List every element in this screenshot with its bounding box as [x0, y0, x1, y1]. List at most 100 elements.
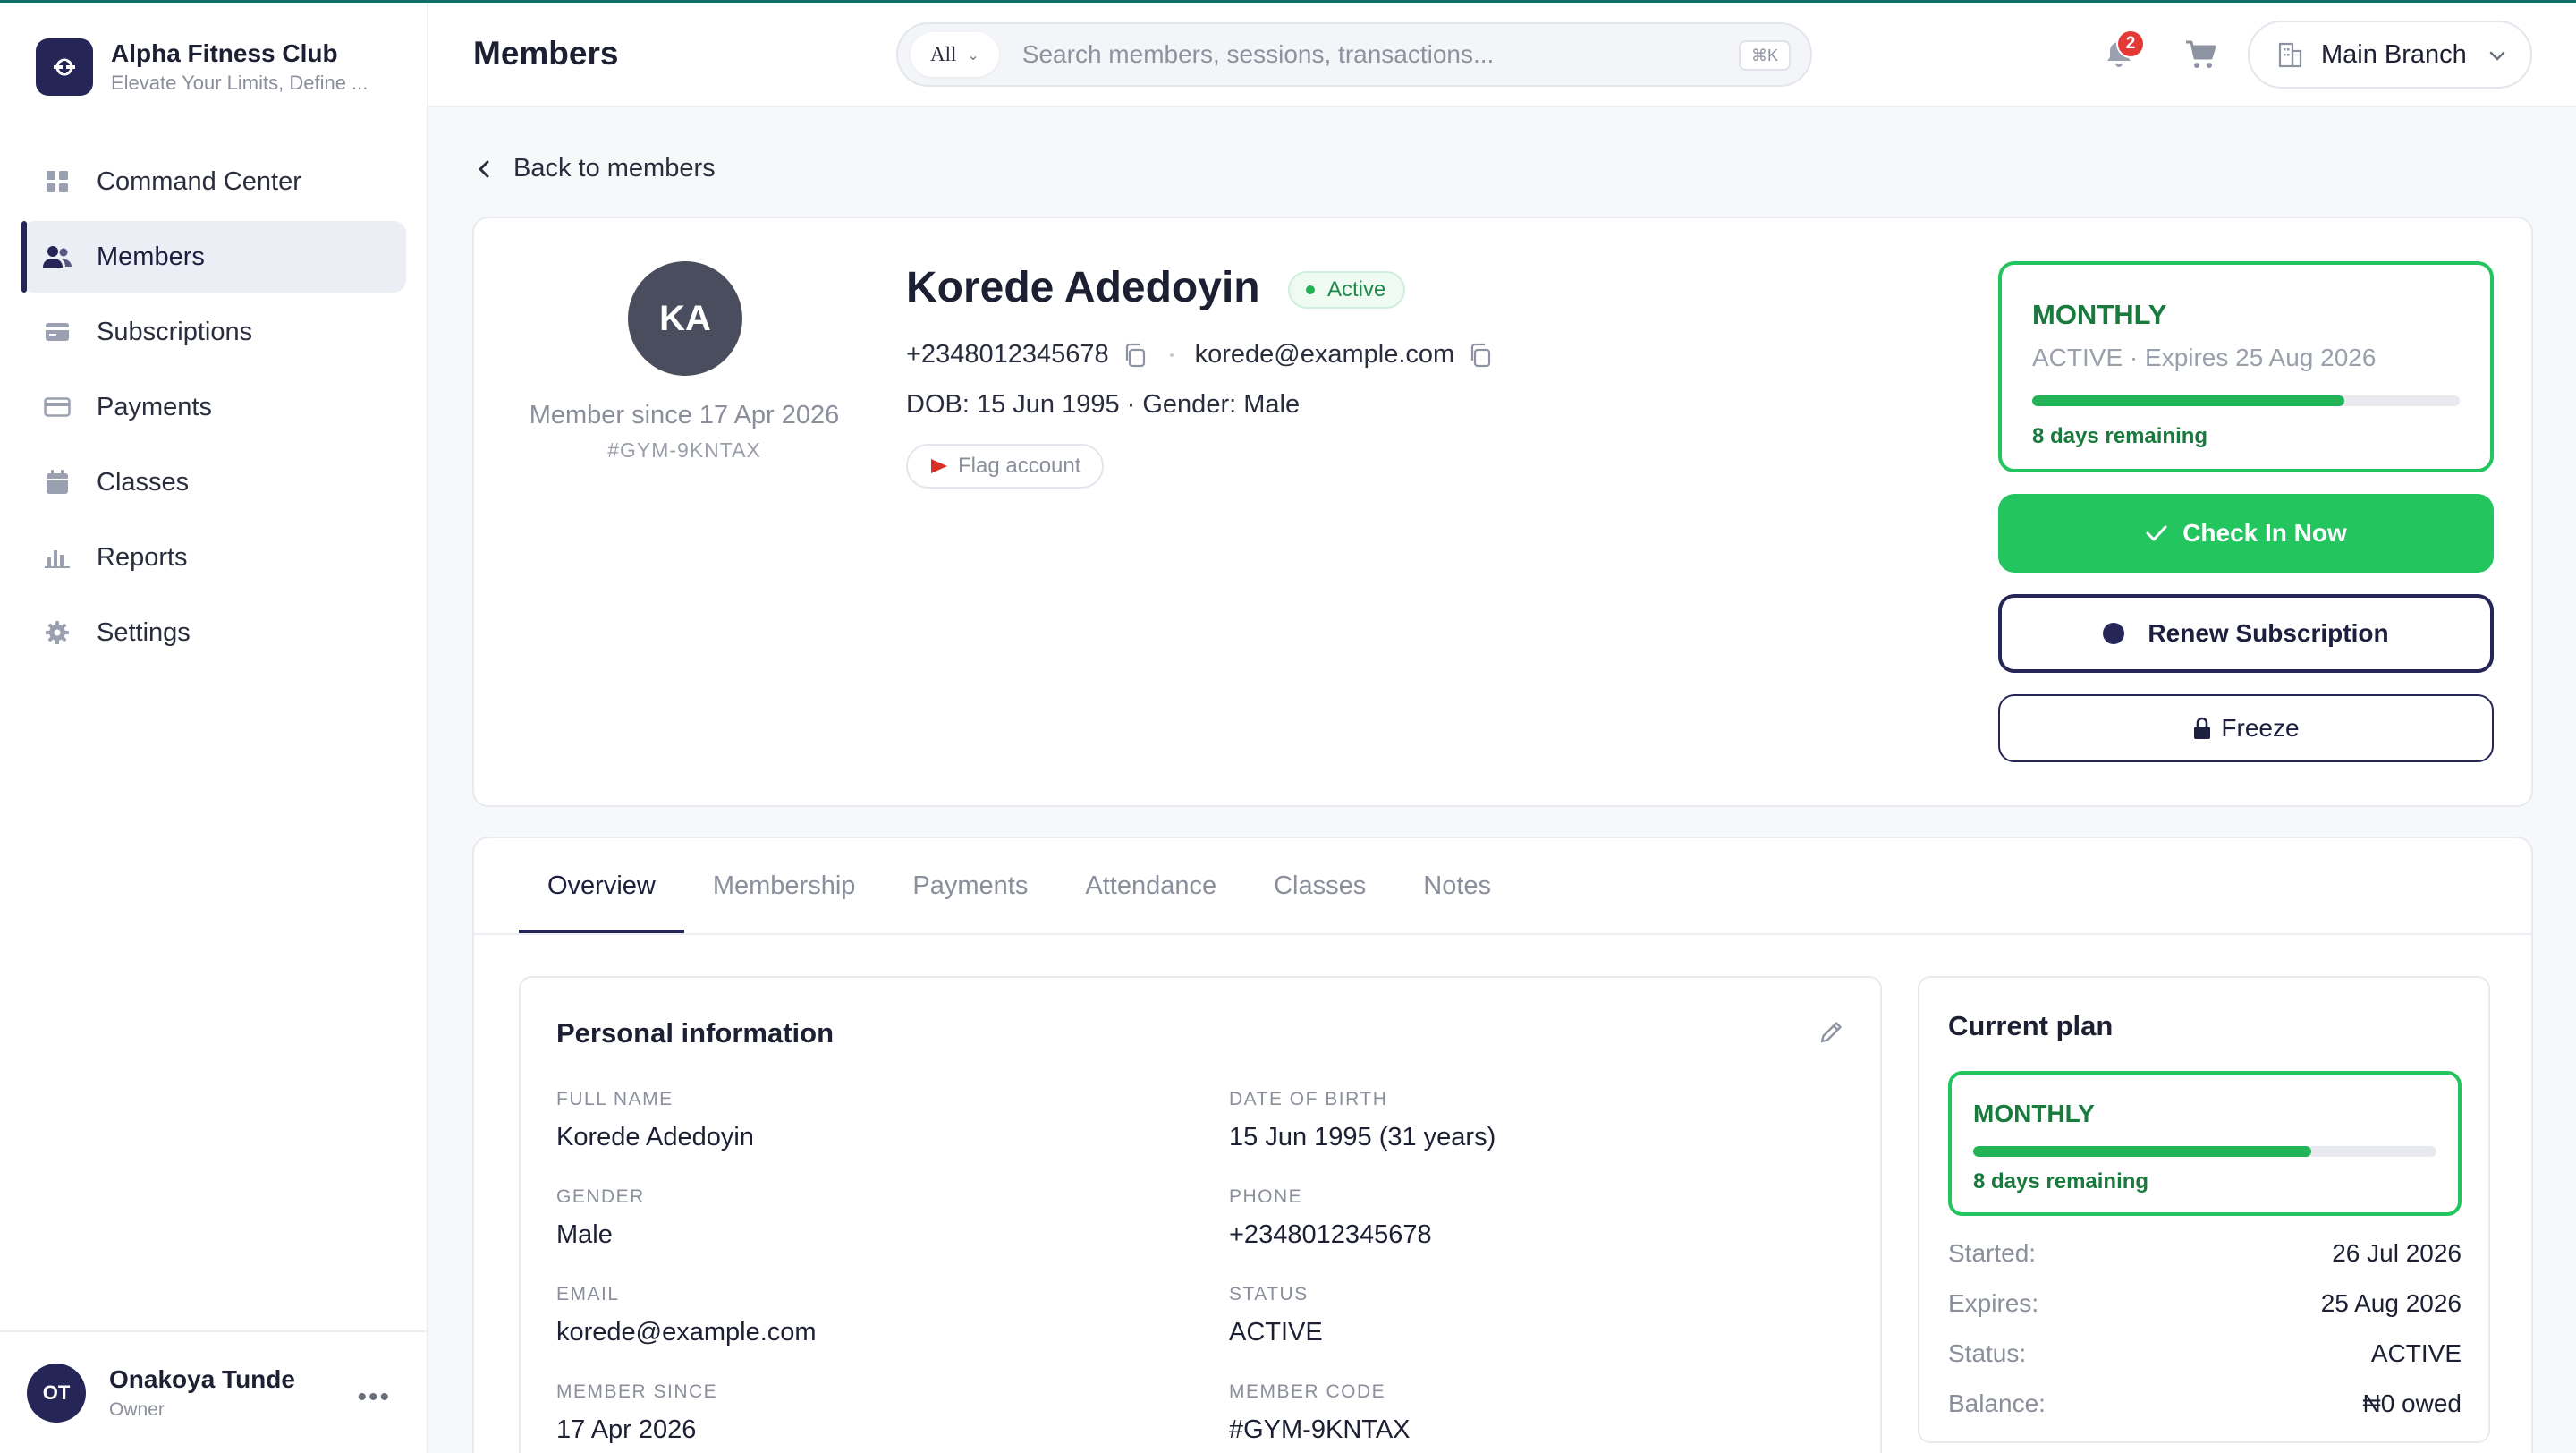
pencil-icon[interactable] [1818, 1017, 1846, 1046]
row-label: Balance: [1948, 1389, 2046, 1417]
field-member-code: MEMBER CODE #GYM-9KNTAX [1229, 1381, 1411, 1445]
sidebar-nav: Command Center Members Subscriptions Pay… [21, 146, 406, 672]
plan-name: MONTHLY [2032, 299, 2167, 330]
flag-label: Flag account [958, 454, 1081, 478]
dob-gender: DOB: 15 Jun 1995 · Gender: Male [906, 390, 1301, 419]
user-name: Onakoya Tunde [109, 1364, 295, 1393]
contact-row: +2348012345678 korede@example.com [906, 340, 1494, 370]
brand-tagline: Elevate Your Limits, Define ... [111, 72, 369, 94]
sidebar-item-classes[interactable]: Classes [21, 446, 406, 518]
separator-dot [1169, 353, 1174, 357]
field-value: 17 Apr 2026 [556, 1415, 697, 1444]
cart-icon[interactable] [2184, 38, 2216, 71]
tab-bar: Overview Membership Payments Attendance … [519, 838, 1520, 933]
sidebar-item-label: Settings [97, 617, 191, 647]
field-label: EMAIL [556, 1284, 620, 1304]
avatar: OT [27, 1363, 86, 1423]
tab-payments[interactable]: Payments [884, 838, 1056, 933]
current-plan-card: Current plan MONTHLY 8 days remaining St… [1918, 976, 2490, 1443]
sidebar-item-label: Payments [97, 392, 212, 421]
check-in-button[interactable]: Check In Now [1998, 494, 2494, 573]
tab-notes[interactable]: Notes [1394, 838, 1520, 933]
member-since: Member since 17 Apr 2026 [529, 401, 840, 429]
field-value: +2348012345678 [1229, 1220, 1432, 1249]
sidebar-item-members[interactable]: Members [21, 221, 406, 293]
search-scope-select[interactable]: All ⌄ [911, 32, 999, 77]
field-full-name: FULL NAME Korede Adedoyin [556, 1089, 754, 1152]
credit-card-icon [43, 393, 72, 421]
progress-fill [1973, 1146, 2312, 1157]
current-plan-summary: MONTHLY 8 days remaining [1948, 1071, 2462, 1216]
copy-icon[interactable] [1467, 342, 1494, 369]
grid-icon [43, 167, 72, 196]
renew-subscription-button[interactable]: Renew Subscription [1998, 594, 2494, 673]
status-label: Active [1327, 277, 1386, 302]
brand-name: Alpha Fitness Club [111, 39, 338, 67]
sidebar-item-command-center[interactable]: Command Center [21, 146, 406, 217]
field-value: 15 Jun 1995 (31 years) [1229, 1123, 1496, 1151]
tab-attendance[interactable]: Attendance [1056, 838, 1245, 933]
field-label: FULL NAME [556, 1089, 674, 1109]
flag-account-button[interactable]: Flag account [906, 444, 1105, 489]
sidebar-item-label: Reports [97, 542, 188, 572]
notification-badge: 2 [2116, 30, 2145, 58]
freeze-label: Freeze [2221, 714, 2300, 742]
plan-row-balance: Balance: ₦0 owed [1948, 1389, 2462, 1418]
back-label: Back to members [513, 154, 716, 183]
branch-name: Main Branch [2321, 39, 2467, 69]
field-label: GENDER [556, 1186, 645, 1207]
search-scope-value: All [930, 43, 957, 65]
sidebar-item-settings[interactable]: Settings [21, 597, 406, 668]
sidebar-item-subscriptions[interactable]: Subscriptions [21, 296, 406, 368]
tab-classes[interactable]: Classes [1245, 838, 1394, 933]
renew-label: Renew Subscription [2148, 619, 2389, 647]
row-value: ACTIVE [2370, 1339, 2462, 1367]
field-label: MEMBER CODE [1229, 1381, 1386, 1402]
status-badge: Active [1288, 271, 1406, 309]
gear-icon [43, 618, 72, 647]
current-user[interactable]: OT Onakoya Tunde Owner ••• [0, 1330, 427, 1453]
users-icon [43, 242, 72, 271]
more-options-icon[interactable]: ••• [357, 1382, 391, 1413]
sidebar-item-reports[interactable]: Reports [21, 522, 406, 593]
personal-information-card: Personal information FULL NAME Korede Ad… [519, 976, 1882, 1453]
chevron-down-icon: ⌄ [967, 46, 979, 64]
lock-icon [2194, 717, 2211, 739]
field-label: PHONE [1229, 1186, 1303, 1207]
plan-status: ACTIVE · Expires 25 Aug 2026 [2032, 344, 2377, 371]
field-label: MEMBER SINCE [556, 1381, 718, 1402]
calendar-icon [43, 468, 72, 497]
plan-progress [1973, 1146, 2436, 1157]
check-in-label: Check In Now [2182, 519, 2347, 547]
back-to-members-link[interactable]: Back to members [476, 154, 716, 183]
sidebar-item-payments[interactable]: Payments [21, 371, 406, 443]
plan-row-status: Status: ACTIVE [1948, 1339, 2462, 1368]
search-input[interactable] [1021, 40, 1720, 69]
copy-icon[interactable] [1122, 342, 1148, 369]
branch-selector[interactable]: Main Branch [2248, 21, 2532, 89]
row-value: ₦0 owed [2362, 1389, 2462, 1417]
bar-chart-icon [43, 543, 72, 572]
member-name: Korede Adedoyin [906, 264, 1260, 311]
tab-membership[interactable]: Membership [684, 838, 885, 933]
card-stack-icon [43, 318, 72, 346]
member-details-card: Overview Membership Payments Attendance … [472, 837, 2533, 1453]
plan-row-started: Started: 26 Jul 2026 [1948, 1239, 2462, 1268]
tab-overview[interactable]: Overview [519, 838, 684, 933]
chevron-left-icon [479, 160, 489, 177]
brand[interactable]: Alpha Fitness Club Elevate Your Limits, … [36, 38, 368, 96]
status-dot-icon [1306, 285, 1315, 294]
row-value: 26 Jul 2026 [2332, 1239, 2462, 1267]
subscription-summary: MONTHLY ACTIVE · Expires 25 Aug 2026 8 d… [1998, 261, 2494, 472]
field-gender: GENDER Male [556, 1186, 645, 1250]
flag-icon [931, 459, 947, 473]
global-search: All ⌄ ⌘K [896, 22, 1812, 87]
field-value: Male [556, 1220, 613, 1249]
freeze-button[interactable]: Freeze [1998, 694, 2494, 762]
field-label: STATUS [1229, 1284, 1309, 1304]
plan-row-expires: Expires: 25 Aug 2026 [1948, 1289, 2462, 1318]
sidebar-item-label: Classes [97, 467, 190, 497]
member-profile-card: KA Member since 17 Apr 2026 #GYM-9KNTAX … [472, 217, 2533, 807]
field-value: ACTIVE [1229, 1318, 1323, 1347]
days-remaining: 8 days remaining [1973, 1169, 2149, 1194]
